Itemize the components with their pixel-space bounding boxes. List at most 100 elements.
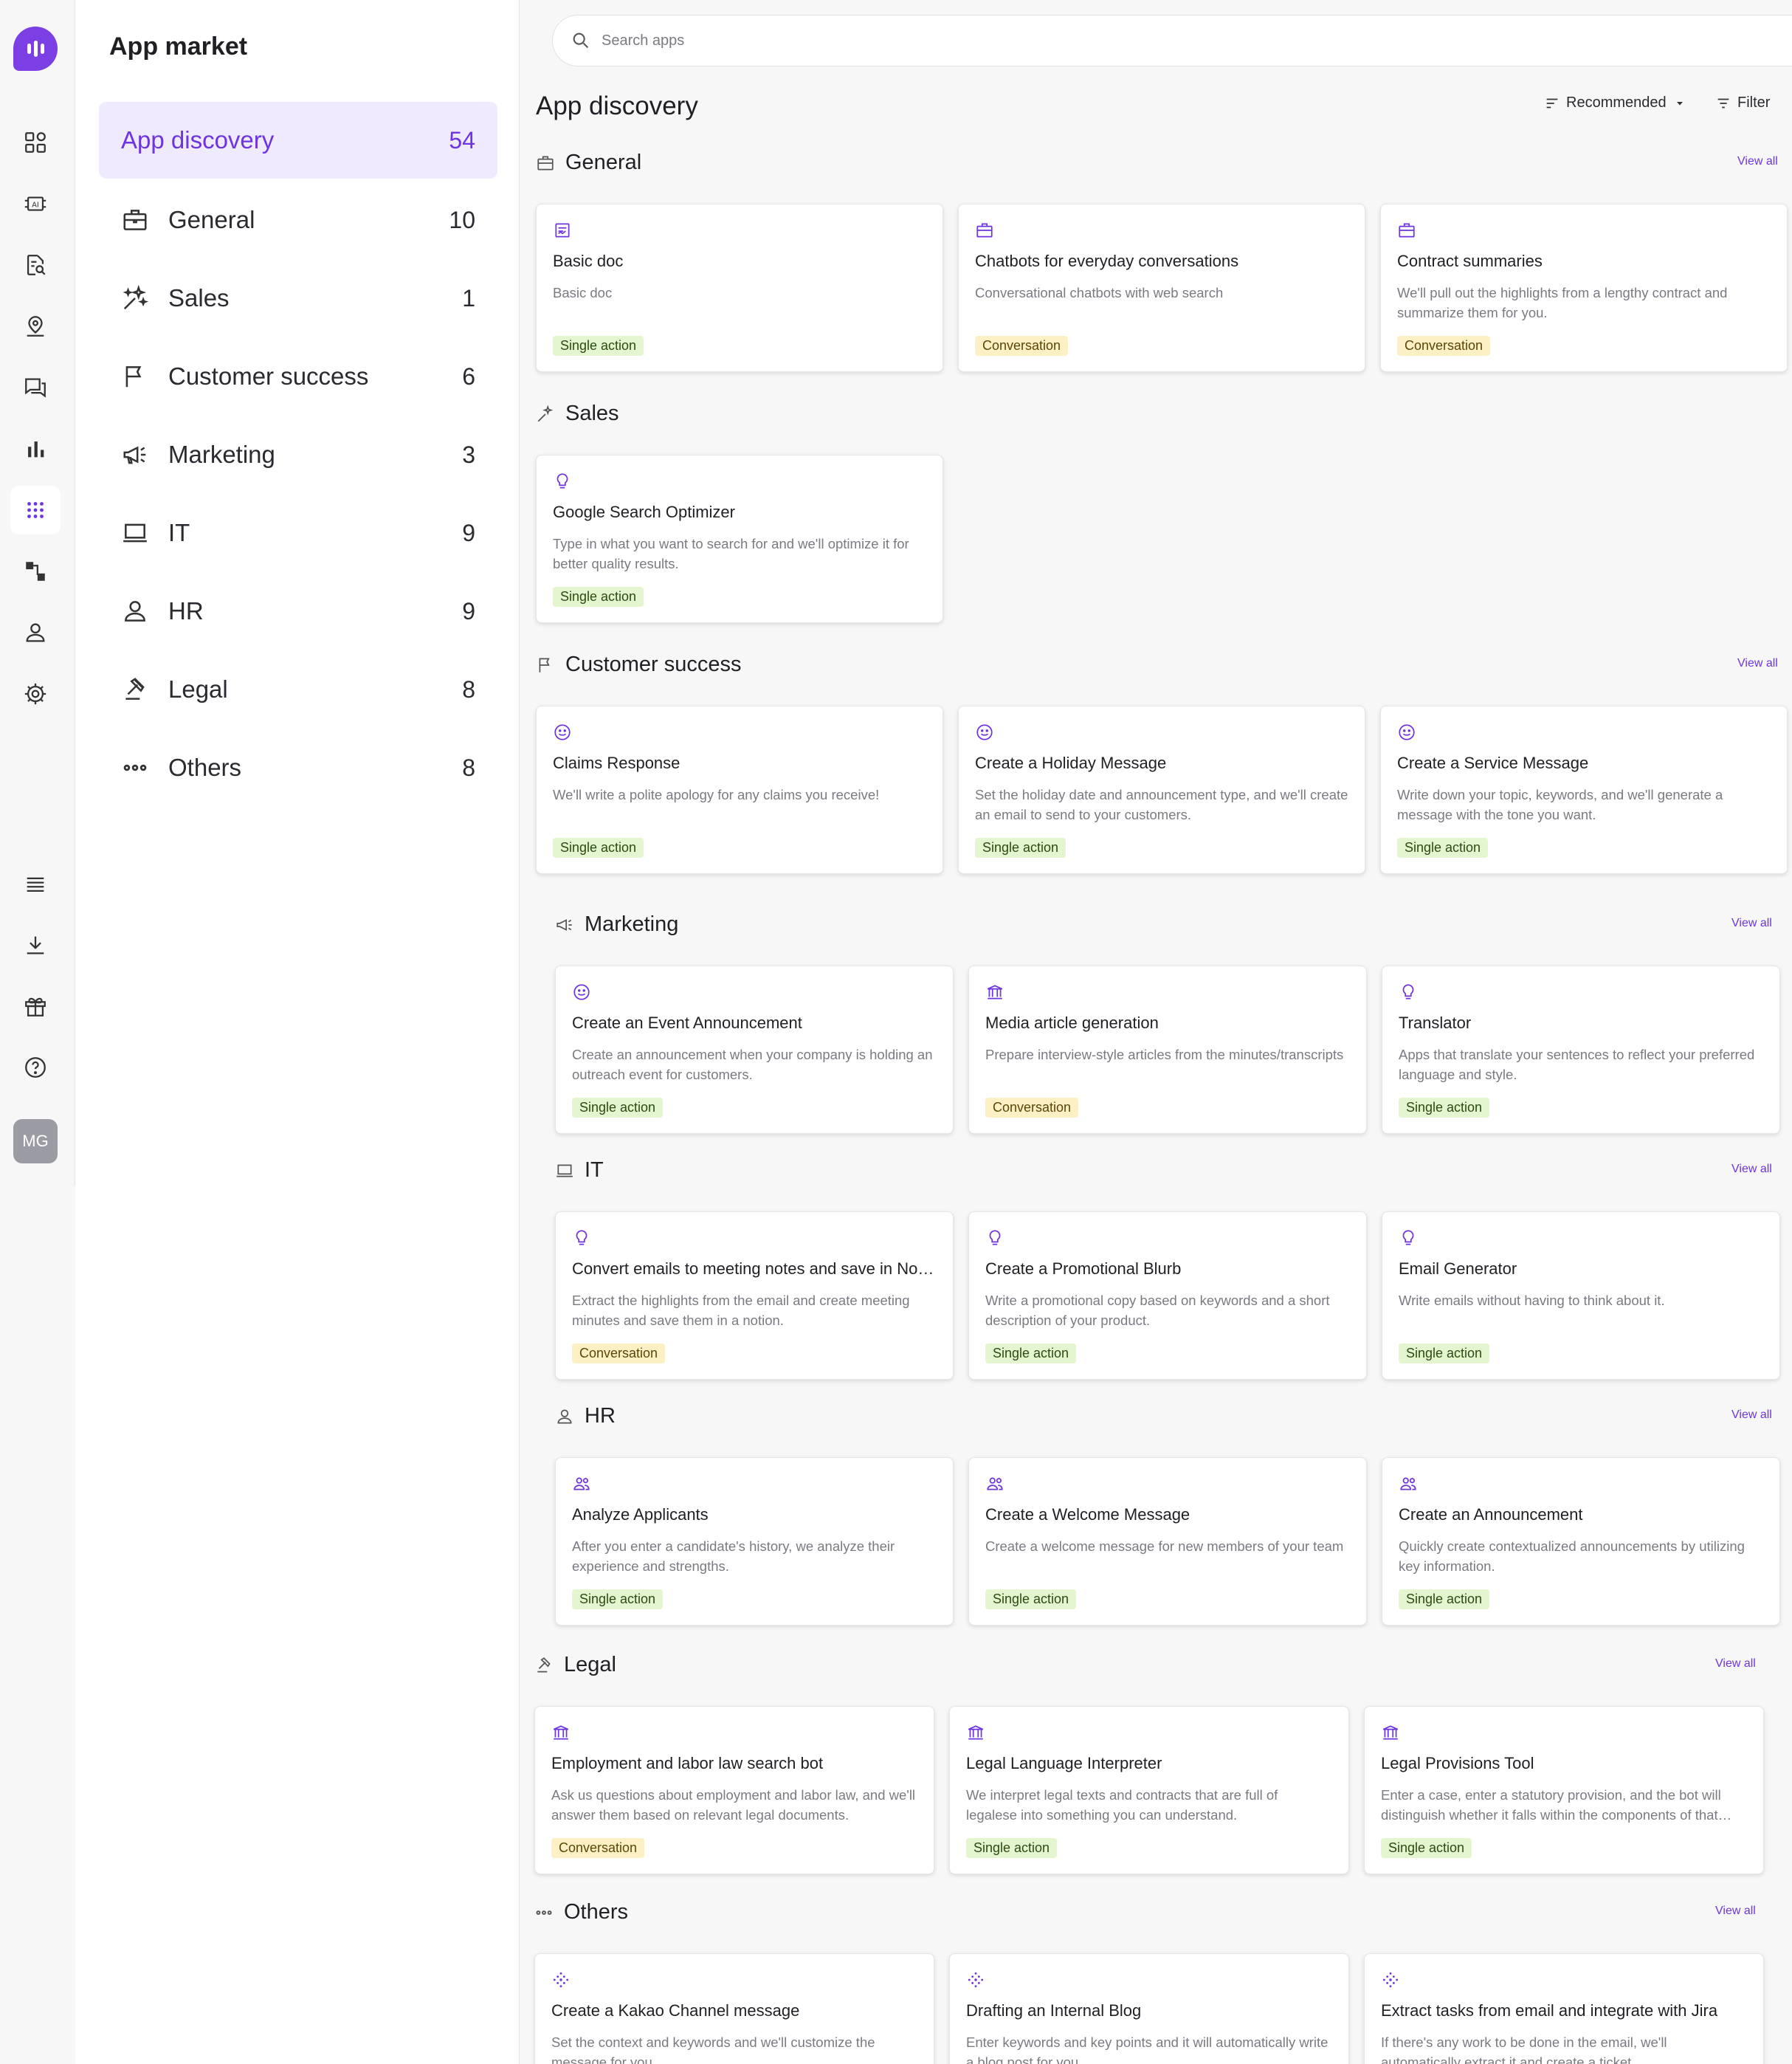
person-icon[interactable] bbox=[10, 608, 61, 657]
download-icon[interactable] bbox=[10, 921, 61, 969]
app-card-title: Extract tasks from email and integrate w… bbox=[1381, 2001, 1718, 2020]
laptop-icon bbox=[555, 1161, 585, 1180]
app-card[interactable]: Create a Service Message Write down your … bbox=[1380, 706, 1788, 874]
gear-icon[interactable] bbox=[10, 670, 61, 718]
app-card[interactable]: Create a Holiday Message Set the holiday … bbox=[958, 706, 1365, 874]
bulb-icon bbox=[553, 472, 572, 491]
app-type-badge: Single action bbox=[572, 1098, 664, 1118]
sidebar-item-customer-success[interactable]: Customer success 6 bbox=[99, 338, 497, 415]
sidebar-item-count: 1 bbox=[462, 284, 475, 312]
app-card[interactable]: Google Search Optimizer Type in what you … bbox=[536, 455, 943, 623]
search-icon bbox=[573, 32, 589, 49]
app-card[interactable]: Create an Event Announcement Create an an… bbox=[555, 966, 954, 1134]
filter-button[interactable]: Filter bbox=[1715, 94, 1770, 111]
app-type-badge: Conversation bbox=[985, 1098, 1079, 1118]
sidebar-item-marketing[interactable]: Marketing 3 bbox=[99, 416, 497, 493]
dots-grid-icon[interactable] bbox=[10, 486, 61, 534]
sidebar-item-general[interactable]: General 10 bbox=[99, 182, 497, 258]
sidebar-item-others[interactable]: Others 8 bbox=[99, 729, 497, 806]
app-card[interactable]: Basic doc Basic doc Single action bbox=[536, 204, 943, 372]
app-card-description: We interpret legal texts and contracts t… bbox=[966, 1787, 1278, 1823]
app-card-description: After you enter a candidate's history, w… bbox=[572, 1538, 895, 1574]
app-card[interactable]: Drafting an Internal Blog Enter keywords … bbox=[949, 1953, 1349, 2064]
app-card[interactable]: Create an Announcement Quickly create con… bbox=[1382, 1457, 1780, 1626]
chat-icon[interactable] bbox=[10, 363, 61, 412]
app-card[interactable]: Legal Provisions Tool Enter a case, enter… bbox=[1364, 1706, 1764, 1874]
app-card[interactable]: Claims Response We'll write a polite apol… bbox=[536, 706, 943, 874]
app-card[interactable]: Translator Apps that translate your sente… bbox=[1382, 966, 1780, 1134]
app-card[interactable]: Analyze Applicants After you enter a cand… bbox=[555, 1457, 954, 1626]
app-card-description: We'll write a polite apology for any cla… bbox=[553, 787, 880, 802]
smile-icon bbox=[572, 983, 591, 1002]
app-logo-icon[interactable] bbox=[13, 27, 58, 71]
sidebar-item-it[interactable]: IT 9 bbox=[99, 495, 497, 571]
view-all-link-it[interactable]: View all bbox=[1731, 1163, 1772, 1176]
sidebar-item-legal[interactable]: Legal 8 bbox=[99, 651, 497, 728]
user-pin-icon[interactable] bbox=[10, 302, 61, 351]
doc-search-icon[interactable] bbox=[10, 241, 61, 289]
app-card-title: Create a Kakao Channel message bbox=[551, 2001, 800, 2020]
app-card-description: Enter a case, enter a statutory provisio… bbox=[1381, 1787, 1721, 1823]
app-card[interactable]: Chatbots for everyday conversations Conve… bbox=[958, 204, 1365, 372]
section-header-customer-success: Customer success bbox=[536, 653, 742, 677]
app-card[interactable]: Create a Kakao Channel message Set the co… bbox=[534, 1953, 934, 2064]
search-input[interactable] bbox=[602, 32, 1635, 49]
bar-chart-icon[interactable] bbox=[10, 424, 61, 473]
app-card[interactable]: Create a Welcome Message Create a welcome… bbox=[968, 1457, 1367, 1626]
view-all-link-hr[interactable]: View all bbox=[1731, 1408, 1772, 1422]
section-title: Sales bbox=[565, 402, 619, 425]
app-card[interactable]: Extract tasks from email and integrate w… bbox=[1364, 1953, 1764, 2064]
view-all-link-general[interactable]: View all bbox=[1737, 155, 1778, 168]
app-card-title: Create a Promotional Blurb bbox=[985, 1259, 1182, 1278]
view-all-link-marketing[interactable]: View all bbox=[1731, 917, 1772, 930]
app-card-description: If there's any work to be done in the em… bbox=[1381, 2034, 1667, 2064]
app-card[interactable]: Email Generator Write emails without havi… bbox=[1382, 1211, 1780, 1380]
sidebar-item-hr[interactable]: HR 9 bbox=[99, 573, 497, 650]
search-bar[interactable] bbox=[552, 15, 1792, 66]
filter-label: Filter bbox=[1737, 94, 1771, 111]
sidebar-item-app-discovery[interactable]: App discovery 54 bbox=[99, 102, 497, 179]
view-all-link-customer-success[interactable]: View all bbox=[1737, 657, 1778, 670]
workflow-icon[interactable] bbox=[10, 547, 61, 596]
help-icon[interactable] bbox=[10, 1043, 61, 1092]
sparkle-grid-icon bbox=[966, 1970, 985, 1989]
app-card[interactable]: Employment and labor law search bot Ask u… bbox=[534, 1706, 934, 1874]
menu-icon[interactable] bbox=[10, 859, 61, 908]
app-card[interactable]: Create a Promotional Blurb Write a promot… bbox=[968, 1211, 1367, 1380]
app-card-title: Basic doc bbox=[553, 252, 624, 270]
avatar[interactable]: MG bbox=[13, 1119, 58, 1163]
bank-icon bbox=[551, 1723, 571, 1742]
app-card-description: Set the holiday date and announcement ty… bbox=[975, 787, 1348, 822]
view-all-link-others[interactable]: View all bbox=[1715, 1905, 1756, 1918]
app-card-description: Write emails without having to think abo… bbox=[1399, 1293, 1665, 1308]
section-header-general: General bbox=[536, 151, 641, 175]
app-card-title: Email Generator bbox=[1399, 1259, 1517, 1278]
gavel-icon bbox=[121, 675, 149, 704]
app-card-title: Legal Language Interpreter bbox=[966, 1754, 1162, 1772]
app-card-title: Create an Event Announcement bbox=[572, 1014, 802, 1032]
app-card[interactable]: Convert emails to meeting notes and save… bbox=[555, 1211, 954, 1380]
ai-chip-icon[interactable]: AI bbox=[10, 179, 61, 228]
gift-icon[interactable] bbox=[10, 982, 61, 1031]
section-header-it: IT bbox=[555, 1158, 604, 1183]
sparkle-icon bbox=[536, 405, 565, 424]
sort-dropdown[interactable]: Recommended bbox=[1544, 94, 1692, 111]
section-header-hr: HR bbox=[555, 1404, 616, 1428]
app-card-description: Apps that translate your sentences to re… bbox=[1399, 1047, 1755, 1082]
view-all-link-legal[interactable]: View all bbox=[1715, 1657, 1756, 1671]
app-card[interactable]: Contract summaries We'll pull out the hig… bbox=[1380, 204, 1788, 372]
apps-grid-icon[interactable] bbox=[10, 118, 61, 167]
doc-icon bbox=[553, 221, 572, 240]
megaphone-icon bbox=[555, 915, 585, 935]
svg-text:AI: AI bbox=[32, 201, 39, 209]
app-card-title: Drafting an Internal Blog bbox=[966, 2001, 1142, 2020]
app-card[interactable]: Legal Language Interpreter We interpret l… bbox=[949, 1706, 1349, 1874]
app-card-title: Create a Service Message bbox=[1397, 754, 1589, 772]
app-card-description: Create an announcement when your company… bbox=[572, 1047, 933, 1082]
app-type-badge: Conversation bbox=[572, 1344, 666, 1363]
section-title: Customer success bbox=[565, 653, 742, 676]
app-card[interactable]: Media article generation Prepare intervie… bbox=[968, 966, 1367, 1134]
sidebar-item-sales[interactable]: Sales 1 bbox=[99, 260, 497, 337]
smile-icon bbox=[553, 723, 572, 742]
app-card-description: Basic doc bbox=[553, 285, 613, 300]
